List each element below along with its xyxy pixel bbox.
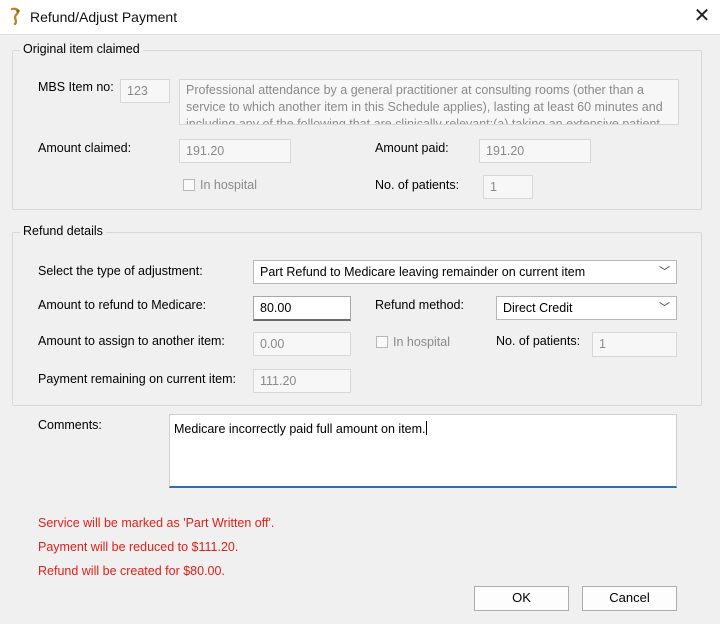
patients-label: No. of patients: (375, 178, 460, 192)
adjustment-type-select[interactable]: Part Refund to Medicare leaving remainde… (253, 260, 677, 284)
window-title: Refund/Adjust Payment (30, 9, 178, 25)
status-message: Payment will be reduced to $111.20. (38, 540, 239, 554)
status-message: Refund will be created for $80.00. (38, 564, 225, 578)
chevron-down-icon: ﹀ (659, 302, 670, 314)
refund-in-hospital-label: In hospital (393, 335, 450, 349)
chevron-down-icon: ﹀ (659, 266, 670, 278)
refund-method-label: Refund method: (375, 298, 464, 312)
item-description-field[interactable]: Professional attendance by a general pra… (179, 79, 679, 125)
refund-amount-field[interactable]: 80.00 (253, 296, 351, 321)
amount-paid-field[interactable]: 191.20 (479, 139, 591, 163)
mbs-item-field[interactable]: 123 (120, 79, 170, 103)
original-item-group (12, 50, 702, 210)
refund-patients-field[interactable]: 1 (592, 332, 677, 357)
remaining-payment-label: Payment remaining on current item: (38, 372, 237, 386)
assign-amount-field[interactable]: 0.00 (253, 332, 351, 356)
refund-amount-label: Amount to refund to Medicare: (38, 298, 207, 312)
assign-amount-label: Amount to assign to another item: (38, 334, 225, 348)
cancel-button[interactable]: Cancel (582, 586, 677, 611)
patients-field[interactable]: 1 (483, 175, 533, 199)
original-item-legend: Original item claimed (20, 42, 143, 56)
amount-claimed-label: Amount claimed: (38, 141, 132, 155)
adjustment-type-value: Part Refund to Medicare leaving remainde… (260, 265, 586, 279)
in-hospital-label: In hospital (200, 178, 257, 192)
refund-patients-label: No. of patients: (496, 334, 581, 348)
refund-method-value: Direct Credit (503, 301, 573, 315)
ok-button[interactable]: OK (474, 586, 569, 611)
refund-in-hospital-checkbox[interactable] (376, 336, 388, 348)
text-cursor (425, 421, 427, 435)
mbs-item-label: MBS Item no: (38, 80, 114, 94)
amount-claimed-field[interactable]: 191.20 (179, 139, 291, 163)
refund-method-select[interactable]: Direct Credit ﹀ (496, 296, 677, 320)
adjustment-type-label: Select the type of adjustment: (38, 264, 203, 278)
remaining-payment-field[interactable]: 111.20 (253, 369, 351, 393)
status-message: Service will be marked as 'Part Written … (38, 516, 275, 530)
in-hospital-checkbox[interactable] (183, 179, 195, 191)
comments-label: Comments: (38, 418, 102, 432)
close-icon[interactable]: ✕ (690, 5, 714, 27)
refund-details-legend: Refund details (20, 224, 106, 238)
comments-text: Medicare incorrectly paid full amount on… (174, 422, 426, 436)
amount-paid-label: Amount paid: (375, 141, 449, 155)
comments-textarea[interactable]: Medicare incorrectly paid full amount on… (169, 414, 677, 488)
app-icon (10, 7, 20, 25)
